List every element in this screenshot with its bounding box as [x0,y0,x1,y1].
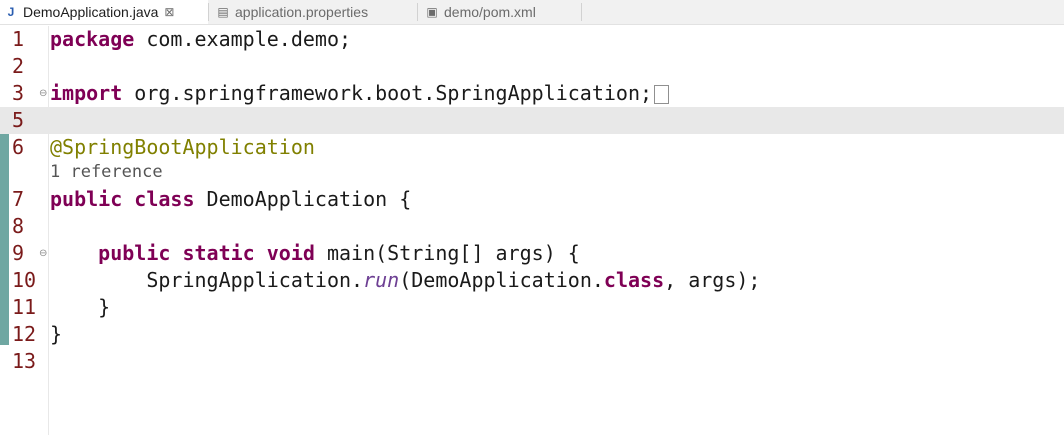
code-editor[interactable]: 1 package com.example.demo; 2 3 ⊖ import… [0,26,1064,435]
tab-label: demo/pom.xml [444,4,536,20]
annotation: @SpringBootApplication [50,135,315,159]
line-number: 8 [12,214,25,238]
code-line: 6 @SpringBootApplication [0,134,1064,161]
code-text: public static void main(String[] args) { [50,240,580,267]
code-line: 12 } [0,321,1064,348]
properties-file-icon: ▤ [217,5,229,19]
line-number: 6 [12,135,25,159]
code-line: 10 SpringApplication.run(DemoApplication… [0,267,1064,294]
line-number: 5 [12,108,25,132]
code-line: 1 package com.example.demo; [0,26,1064,53]
fold-toggle-icon[interactable]: ⊖ [39,80,47,107]
tab-label: DemoApplication.java [23,4,159,20]
line-number: 3 [12,81,25,105]
code-token: (DemoApplication. [399,268,604,292]
close-tab-icon[interactable]: ⊠ [164,5,174,19]
code-line: 2 [0,53,1064,80]
code-token: DemoApplication { [194,187,412,211]
code-line: 8 [0,213,1064,240]
code-token: org.springframework.boot.SpringApplicati… [122,81,653,105]
tab-label: application.properties [235,4,369,20]
line-number: 10 [12,268,37,292]
keyword: package [50,27,135,51]
code-token: main(String[] args) { [314,241,580,265]
tab-separator [581,3,582,21]
code-text: import org.springframework.boot.SpringAp… [50,80,670,107]
fold-toggle-icon[interactable]: ⊖ [39,240,47,267]
code-line: 7 public class DemoApplication { [0,186,1064,213]
java-file-icon: J [7,5,15,19]
line-number: 13 [12,349,37,373]
code-text: package com.example.demo; [50,26,351,53]
code-token: com.example.demo; [134,27,352,51]
line-number: 11 [12,295,37,319]
code-line: 13 [0,348,1064,375]
keyword: public static void [98,241,315,265]
code-token: , args); [664,268,761,292]
line-number: 2 [12,54,25,78]
line-number: 7 [12,187,25,211]
code-text: SpringApplication.run(DemoApplication.cl… [50,267,760,294]
method-call: run [363,268,400,292]
code-line: 3 ⊖ import org.springframework.boot.Spri… [0,80,1064,107]
code-text: public class DemoApplication { [50,186,411,213]
keyword: import [50,81,123,105]
editor-tab-bar: J DemoApplication.java ⊠ ▤ application.p… [0,0,1064,25]
tab-demo-application-java[interactable]: J DemoApplication.java ⊠ [0,0,208,24]
current-line-highlight: 5 [0,107,1064,134]
line-number: 9 [12,241,25,265]
code-text: } [50,295,111,319]
code-line: 9 ⊖ public static void main(String[] arg… [0,240,1064,267]
code-lens-references[interactable]: 1 reference [50,162,163,182]
tab-separator [208,3,209,21]
xml-file-icon: ▣ [426,5,438,19]
line-number: 12 [12,322,37,346]
code-text: } [50,322,63,346]
keyword: public class [50,187,195,211]
code-token: SpringApplication. [146,268,364,292]
line-number: 1 [12,27,25,51]
collapsed-imports-icon[interactable] [654,85,670,104]
tab-separator [417,3,418,21]
tab-pom-xml[interactable]: ▣ demo/pom.xml [421,0,581,24]
keyword: class [603,268,665,292]
tab-application-properties[interactable]: ▤ application.properties [212,0,417,24]
code-line: 11 } [0,294,1064,321]
